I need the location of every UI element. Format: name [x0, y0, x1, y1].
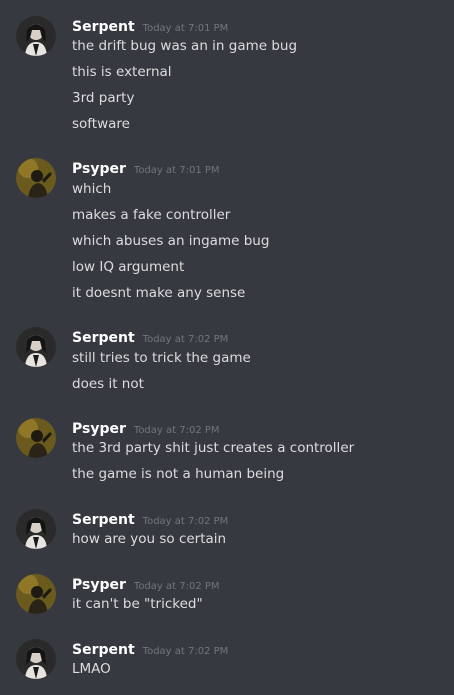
message-line: LMAO	[72, 661, 111, 677]
psyper-avatar-icon	[16, 574, 56, 614]
message-line: 3rd party	[72, 90, 135, 106]
timestamp: Today at 7:02 PM	[142, 334, 229, 345]
message-header: Serpent Today at 7:02 PM	[72, 509, 228, 528]
message-line: makes a fake controller	[72, 207, 231, 223]
psyper-avatar-icon	[16, 158, 56, 198]
message-line: which abuses an ingame bug	[72, 233, 270, 249]
serpent-avatar-icon	[16, 639, 56, 679]
message-line: does it not	[72, 376, 144, 392]
message-header: Serpent Today at 7:02 PM	[72, 327, 229, 346]
avatar[interactable]	[16, 158, 56, 198]
serpent-avatar-icon	[16, 509, 56, 549]
timestamp: Today at 7:02 PM	[142, 646, 229, 657]
username[interactable]: Psyper	[72, 161, 126, 177]
message-line: the 3rd party shit just creates a contro…	[72, 440, 355, 456]
message-line: still tries to trick the game	[72, 350, 251, 366]
message-content: still tries to trick the game does it no…	[72, 345, 251, 397]
message-line: it can't be "tricked"	[72, 596, 203, 612]
message-line: how are you so certain	[72, 531, 227, 547]
avatar[interactable]	[16, 574, 56, 614]
timestamp: Today at 7:01 PM	[133, 165, 220, 176]
message-header: Serpent Today at 7:01 PM	[72, 16, 228, 35]
avatar[interactable]	[16, 509, 56, 549]
message-content: the drift bug was an in game bug this is…	[72, 33, 297, 137]
message-line: low IQ argument	[72, 259, 185, 275]
message-header: Psyper Today at 7:02 PM	[72, 418, 220, 437]
message-line: this is external	[72, 64, 172, 80]
message-line: the drift bug was an in game bug	[72, 38, 298, 54]
message-header: Psyper Today at 7:02 PM	[72, 574, 220, 593]
serpent-avatar-icon	[16, 327, 56, 367]
message-line: software	[72, 116, 130, 132]
message-content: LMAO	[72, 656, 111, 682]
message-content: how are you so certain	[72, 526, 226, 552]
message-header: Psyper Today at 7:01 PM	[72, 158, 220, 177]
avatar[interactable]	[16, 639, 56, 679]
message-line: it doesnt make any sense	[72, 285, 246, 301]
psyper-avatar-icon	[16, 418, 56, 458]
message-content: the 3rd party shit just creates a contro…	[72, 435, 354, 487]
serpent-avatar-icon	[16, 16, 56, 56]
message-line: the game is not a human being	[72, 466, 285, 482]
avatar[interactable]	[16, 327, 56, 367]
message-content: which makes a fake controller which abus…	[72, 176, 269, 306]
chat-messages: Serpent Today at 7:01 PM the drift bug wa…	[0, 0, 454, 695]
avatar[interactable]	[16, 418, 56, 458]
message-content: it can't be "tricked"	[72, 591, 203, 617]
message-header: Serpent Today at 7:02 PM	[72, 639, 229, 658]
username[interactable]: Serpent	[72, 330, 135, 346]
message-line: which	[72, 181, 112, 197]
avatar[interactable]	[16, 16, 56, 56]
